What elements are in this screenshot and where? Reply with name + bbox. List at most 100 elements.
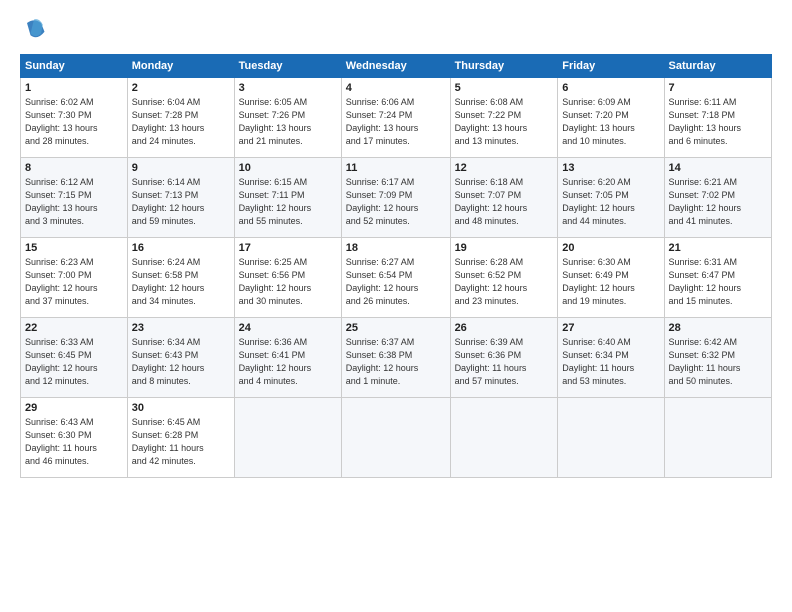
calendar-cell: 3 Sunrise: 6:05 AMSunset: 7:26 PMDaylight… bbox=[234, 78, 341, 158]
logo bbox=[20, 16, 52, 44]
day-detail: Sunrise: 6:17 AMSunset: 7:09 PMDaylight:… bbox=[346, 176, 446, 228]
day-number: 4 bbox=[346, 82, 446, 94]
day-number: 9 bbox=[132, 162, 230, 174]
day-detail: Sunrise: 6:30 AMSunset: 6:49 PMDaylight:… bbox=[562, 256, 659, 308]
col-header-saturday: Saturday bbox=[664, 55, 771, 78]
day-number: 20 bbox=[562, 242, 659, 254]
calendar-week-4: 22 Sunrise: 6:33 AMSunset: 6:45 PMDayligh… bbox=[21, 318, 772, 398]
calendar-cell: 25 Sunrise: 6:37 AMSunset: 6:38 PMDayligh… bbox=[341, 318, 450, 398]
day-detail: Sunrise: 6:12 AMSunset: 7:15 PMDaylight:… bbox=[25, 176, 123, 228]
calendar-table: SundayMondayTuesdayWednesdayThursdayFrid… bbox=[20, 54, 772, 478]
day-number: 19 bbox=[455, 242, 554, 254]
calendar-cell: 18Sunrise: 6:27 AMSunset: 6:54 PMDayligh… bbox=[341, 238, 450, 318]
day-detail: Sunrise: 6:20 AMSunset: 7:05 PMDaylight:… bbox=[562, 176, 659, 228]
day-detail: Sunrise: 6:36 AMSunset: 6:41 PMDaylight:… bbox=[239, 336, 337, 388]
day-detail: Sunrise: 6:39 AMSunset: 6:36 PMDaylight:… bbox=[455, 336, 554, 388]
day-number: 27 bbox=[562, 322, 659, 334]
day-detail: Sunrise: 6:02 AMSunset: 7:30 PMDaylight:… bbox=[25, 96, 123, 148]
calendar-cell: 28 Sunrise: 6:42 AMSunset: 6:32 PMDayligh… bbox=[664, 318, 771, 398]
page-header bbox=[20, 16, 772, 44]
calendar-cell: 17 Sunrise: 6:25 AMSunset: 6:56 PMDayligh… bbox=[234, 238, 341, 318]
calendar-cell: 10 Sunrise: 6:15 AMSunset: 7:11 PMDayligh… bbox=[234, 158, 341, 238]
calendar-cell: 29 Sunrise: 6:43 AMSunset: 6:30 PMDayligh… bbox=[21, 398, 128, 478]
calendar-cell: 20 Sunrise: 6:30 AMSunset: 6:49 PMDayligh… bbox=[558, 238, 664, 318]
day-number: 23 bbox=[132, 322, 230, 334]
calendar-cell: 8 Sunrise: 6:12 AMSunset: 7:15 PMDaylight… bbox=[21, 158, 128, 238]
calendar-cell: 16Sunrise: 6:24 AMSunset: 6:58 PMDayligh… bbox=[127, 238, 234, 318]
calendar-cell: 4Sunrise: 6:06 AMSunset: 7:24 PMDaylight… bbox=[341, 78, 450, 158]
day-detail: Sunrise: 6:25 AMSunset: 6:56 PMDaylight:… bbox=[239, 256, 337, 308]
calendar-cell: 12 Sunrise: 6:18 AMSunset: 7:07 PMDayligh… bbox=[450, 158, 558, 238]
day-number: 24 bbox=[239, 322, 337, 334]
calendar-cell: 13 Sunrise: 6:20 AMSunset: 7:05 PMDayligh… bbox=[558, 158, 664, 238]
calendar-cell: 11Sunrise: 6:17 AMSunset: 7:09 PMDayligh… bbox=[341, 158, 450, 238]
day-detail: Sunrise: 6:05 AMSunset: 7:26 PMDaylight:… bbox=[239, 96, 337, 148]
calendar-cell: 1 Sunrise: 6:02 AMSunset: 7:30 PMDaylight… bbox=[21, 78, 128, 158]
day-number: 3 bbox=[239, 82, 337, 94]
day-detail: Sunrise: 6:45 AMSunset: 6:28 PMDaylight:… bbox=[132, 416, 230, 468]
col-header-tuesday: Tuesday bbox=[234, 55, 341, 78]
day-number: 14 bbox=[669, 162, 767, 174]
day-number: 25 bbox=[346, 322, 446, 334]
day-detail: Sunrise: 6:11 AMSunset: 7:18 PMDaylight:… bbox=[669, 96, 767, 148]
day-detail: Sunrise: 6:34 AMSunset: 6:43 PMDaylight:… bbox=[132, 336, 230, 388]
day-detail: Sunrise: 6:28 AMSunset: 6:52 PMDaylight:… bbox=[455, 256, 554, 308]
day-number: 28 bbox=[669, 322, 767, 334]
day-number: 1 bbox=[25, 82, 123, 94]
calendar-cell: 23 Sunrise: 6:34 AMSunset: 6:43 PMDayligh… bbox=[127, 318, 234, 398]
calendar-cell bbox=[664, 398, 771, 478]
calendar-cell: 27 Sunrise: 6:40 AMSunset: 6:34 PMDayligh… bbox=[558, 318, 664, 398]
calendar-cell bbox=[234, 398, 341, 478]
day-detail: Sunrise: 6:09 AMSunset: 7:20 PMDaylight:… bbox=[562, 96, 659, 148]
day-number: 29 bbox=[25, 402, 123, 414]
day-detail: Sunrise: 6:14 AMSunset: 7:13 PMDaylight:… bbox=[132, 176, 230, 228]
day-detail: Sunrise: 6:21 AMSunset: 7:02 PMDaylight:… bbox=[669, 176, 767, 228]
day-number: 6 bbox=[562, 82, 659, 94]
day-detail: Sunrise: 6:42 AMSunset: 6:32 PMDaylight:… bbox=[669, 336, 767, 388]
day-number: 8 bbox=[25, 162, 123, 174]
day-detail: Sunrise: 6:04 AMSunset: 7:28 PMDaylight:… bbox=[132, 96, 230, 148]
calendar-cell: 30 Sunrise: 6:45 AMSunset: 6:28 PMDayligh… bbox=[127, 398, 234, 478]
day-detail: Sunrise: 6:33 AMSunset: 6:45 PMDaylight:… bbox=[25, 336, 123, 388]
calendar-header-row: SundayMondayTuesdayWednesdayThursdayFrid… bbox=[21, 55, 772, 78]
day-detail: Sunrise: 6:18 AMSunset: 7:07 PMDaylight:… bbox=[455, 176, 554, 228]
col-header-wednesday: Wednesday bbox=[341, 55, 450, 78]
calendar-cell bbox=[341, 398, 450, 478]
day-number: 5 bbox=[455, 82, 554, 94]
day-detail: Sunrise: 6:27 AMSunset: 6:54 PMDaylight:… bbox=[346, 256, 446, 308]
calendar-cell bbox=[558, 398, 664, 478]
calendar-cell: 5 Sunrise: 6:08 AMSunset: 7:22 PMDaylight… bbox=[450, 78, 558, 158]
day-number: 10 bbox=[239, 162, 337, 174]
day-number: 17 bbox=[239, 242, 337, 254]
day-number: 13 bbox=[562, 162, 659, 174]
day-detail: Sunrise: 6:40 AMSunset: 6:34 PMDaylight:… bbox=[562, 336, 659, 388]
calendar-week-2: 8 Sunrise: 6:12 AMSunset: 7:15 PMDaylight… bbox=[21, 158, 772, 238]
calendar-cell: 21 Sunrise: 6:31 AMSunset: 6:47 PMDayligh… bbox=[664, 238, 771, 318]
calendar-cell: 19 Sunrise: 6:28 AMSunset: 6:52 PMDayligh… bbox=[450, 238, 558, 318]
calendar-cell: 6 Sunrise: 6:09 AMSunset: 7:20 PMDaylight… bbox=[558, 78, 664, 158]
logo-icon bbox=[20, 16, 48, 44]
calendar-cell: 22 Sunrise: 6:33 AMSunset: 6:45 PMDayligh… bbox=[21, 318, 128, 398]
day-number: 22 bbox=[25, 322, 123, 334]
calendar-cell: 24 Sunrise: 6:36 AMSunset: 6:41 PMDayligh… bbox=[234, 318, 341, 398]
day-detail: Sunrise: 6:31 AMSunset: 6:47 PMDaylight:… bbox=[669, 256, 767, 308]
day-detail: Sunrise: 6:43 AMSunset: 6:30 PMDaylight:… bbox=[25, 416, 123, 468]
calendar-week-3: 15Sunrise: 6:23 AMSunset: 7:00 PMDayligh… bbox=[21, 238, 772, 318]
day-number: 15 bbox=[25, 242, 123, 254]
col-header-sunday: Sunday bbox=[21, 55, 128, 78]
col-header-friday: Friday bbox=[558, 55, 664, 78]
day-number: 12 bbox=[455, 162, 554, 174]
calendar-cell: 26 Sunrise: 6:39 AMSunset: 6:36 PMDayligh… bbox=[450, 318, 558, 398]
calendar-cell: 2 Sunrise: 6:04 AMSunset: 7:28 PMDaylight… bbox=[127, 78, 234, 158]
day-number: 2 bbox=[132, 82, 230, 94]
day-detail: Sunrise: 6:37 AMSunset: 6:38 PMDaylight:… bbox=[346, 336, 446, 388]
calendar-cell bbox=[450, 398, 558, 478]
calendar-week-5: 29 Sunrise: 6:43 AMSunset: 6:30 PMDayligh… bbox=[21, 398, 772, 478]
day-number: 30 bbox=[132, 402, 230, 414]
day-number: 16 bbox=[132, 242, 230, 254]
day-number: 21 bbox=[669, 242, 767, 254]
day-detail: Sunrise: 6:08 AMSunset: 7:22 PMDaylight:… bbox=[455, 96, 554, 148]
day-detail: Sunrise: 6:15 AMSunset: 7:11 PMDaylight:… bbox=[239, 176, 337, 228]
col-header-thursday: Thursday bbox=[450, 55, 558, 78]
day-number: 26 bbox=[455, 322, 554, 334]
